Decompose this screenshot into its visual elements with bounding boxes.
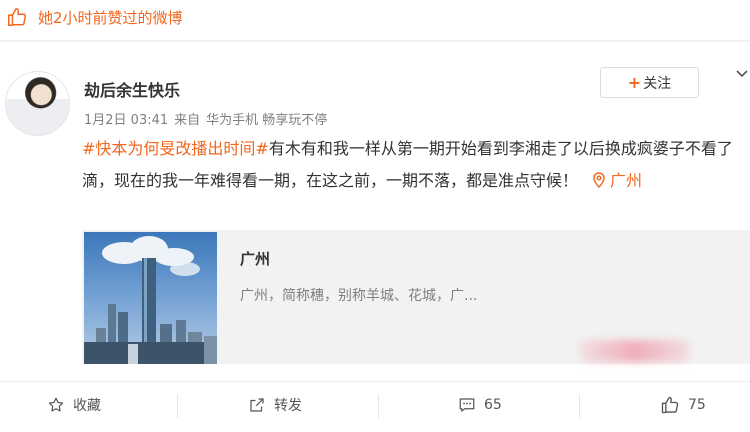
hashtag-link[interactable]: #快本为何旻改播出时间# xyxy=(82,139,269,158)
blurred-watermark xyxy=(580,340,690,362)
like-count: 75 xyxy=(688,397,706,413)
liked-notice-text: 她2小时前赞过的微博 xyxy=(38,8,183,27)
source-prefix: 来自 xyxy=(174,113,201,128)
follow-button[interactable]: + 关注 xyxy=(600,67,699,98)
location-link[interactable]: 广州 xyxy=(592,171,642,190)
comment-button[interactable]: 65 xyxy=(458,385,502,425)
divider xyxy=(177,394,178,418)
location-pin-icon xyxy=(593,172,605,189)
share-icon xyxy=(248,396,266,414)
favorite-button[interactable]: 收藏 xyxy=(47,385,101,425)
divider xyxy=(0,381,750,382)
favorite-label: 收藏 xyxy=(73,398,101,414)
username[interactable]: 劫后余生快乐 xyxy=(84,77,180,101)
post-date: 1月2日 03:41 xyxy=(84,113,169,128)
like-button[interactable]: 75 xyxy=(660,385,706,425)
comment-count: 65 xyxy=(484,397,502,413)
plus-icon: + xyxy=(627,73,642,92)
follow-label: 关注 xyxy=(643,75,672,92)
chevron-down-icon[interactable] xyxy=(735,66,749,85)
post-source[interactable]: 华为手机 畅享玩不停 xyxy=(206,109,327,128)
card-description: 广州，简称穗，别称羊城、花城，广... xyxy=(240,288,478,304)
city-skyline-image xyxy=(84,232,217,364)
comment-icon xyxy=(458,396,476,414)
thumbs-up-icon xyxy=(6,6,28,28)
card-title: 广州 xyxy=(240,250,271,268)
location-label: 广州 xyxy=(610,171,643,190)
avatar[interactable] xyxy=(5,71,70,136)
post-content: #快本为何旻改播出时间#有木有和我一样从第一期开始看到李湘走了以后换成疯婆子不看… xyxy=(82,133,747,197)
repost-label: 转发 xyxy=(274,398,302,414)
repost-button[interactable]: 转发 xyxy=(248,385,302,425)
divider xyxy=(0,40,750,42)
divider xyxy=(579,394,580,418)
divider xyxy=(378,394,379,418)
thumbs-up-icon xyxy=(660,395,680,415)
post-meta: 1月2日 03:41 来自 华为手机 畅享玩不停 xyxy=(84,109,327,128)
star-icon xyxy=(47,396,65,414)
liked-notice-bar: 她2小时前赞过的微博 xyxy=(0,0,750,34)
